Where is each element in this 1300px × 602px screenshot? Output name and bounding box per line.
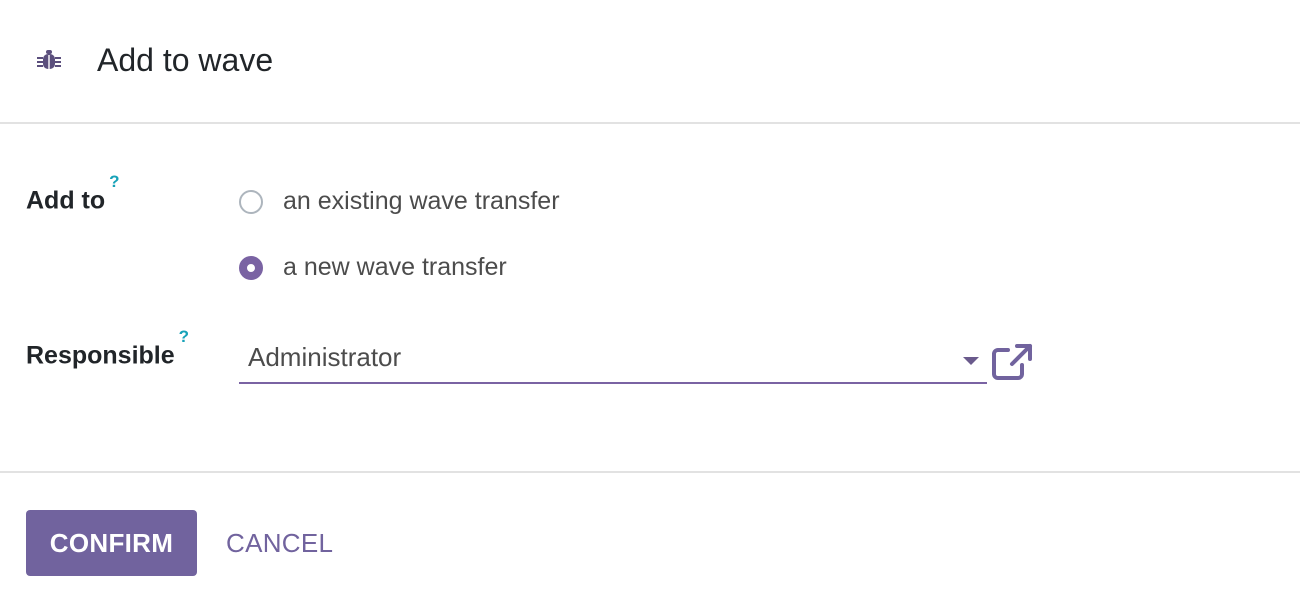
responsible-help-icon[interactable]: ? xyxy=(179,327,189,346)
confirm-button[interactable]: CONFIRM xyxy=(26,510,197,576)
add-to-label-text: Add to xyxy=(26,186,106,215)
responsible-field[interactable] xyxy=(239,338,987,384)
cancel-button[interactable]: CANCEL xyxy=(212,510,347,576)
add-to-label: Add to? xyxy=(26,172,120,215)
responsible-label-text: Responsible xyxy=(26,341,175,370)
radio-new-wave[interactable]: a new wave transfer xyxy=(239,253,507,282)
dialog-title: Add to wave xyxy=(97,42,274,78)
external-link-icon[interactable] xyxy=(990,340,1036,382)
caret-down-icon[interactable] xyxy=(963,357,979,365)
responsible-label: Responsible? xyxy=(26,327,189,370)
footer-divider xyxy=(0,471,1300,473)
dialog-header: Add to wave xyxy=(0,0,1300,124)
bug-icon xyxy=(37,50,61,69)
header-divider xyxy=(0,122,1300,124)
radio-existing-wave-label[interactable]: an existing wave transfer xyxy=(283,187,560,216)
radio-existing-wave-circle[interactable] xyxy=(239,189,263,214)
responsible-input[interactable] xyxy=(248,342,948,373)
radio-new-wave-circle[interactable] xyxy=(239,255,263,280)
radio-new-wave-label[interactable]: a new wave transfer xyxy=(283,253,507,282)
radio-existing-wave[interactable]: an existing wave transfer xyxy=(239,187,560,216)
add-to-help-icon[interactable]: ? xyxy=(109,172,119,191)
